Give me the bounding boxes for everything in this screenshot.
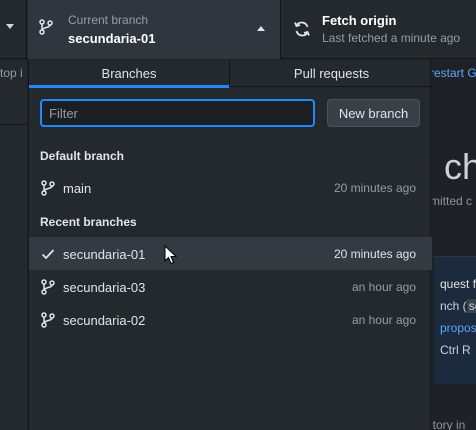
default-branch-heading: Default branch [40,149,125,163]
git-branch-icon [41,312,55,328]
background-card-text: nch ( [440,299,467,313]
recent-branches-heading: Recent branches [40,215,137,229]
background-bottom-text: itory in [432,418,466,430]
fetch-origin-label: Fetch origin [322,13,397,28]
background-sidebar: top i [0,60,27,430]
git-branch-icon [41,279,55,295]
branch-name: secundaria-02 [63,313,146,328]
background-card: quest fo nch (se propos Ctrl R [434,256,476,384]
background-heading: l ch [432,146,476,187]
background-link[interactable]: restart G [432,66,476,80]
filter-row: New branch [29,88,432,140]
caret-down-icon [6,24,14,29]
branch-name: main [63,181,92,196]
tab-branches[interactable]: Branches [29,60,230,88]
branch-row-secundaria-02[interactable]: secundaria-02 an hour ago [29,303,432,336]
tab-pull-requests[interactable]: Pull requests [231,60,432,87]
branch-time: an hour ago [351,280,416,294]
sync-icon [294,21,310,37]
new-branch-button[interactable]: New branch [327,99,420,127]
branch-time: an hour ago [351,313,416,327]
branch-popover: Branches Pull requests New branch Defaul… [28,60,432,430]
filter-input[interactable] [40,99,315,127]
background-card-shortcut: Ctrl R [440,343,471,357]
branch-row-secundaria-01[interactable]: secundaria-01 20 minutes ago [29,237,432,270]
background-sidebar-text: top i [0,66,23,80]
popover-tabs: Branches Pull requests [29,60,432,88]
toolbar: Current branch secundaria-01 Fetch origi… [0,0,476,59]
branch-name: secundaria-01 [63,247,146,262]
repository-dropdown-button[interactable] [0,0,27,59]
caret-up-icon [257,26,265,31]
background-card-code: se [466,299,476,313]
git-branch-icon [39,19,53,35]
branch-row-main[interactable]: main 20 minutes ago [29,171,432,204]
background-card-link[interactable]: propos [440,321,476,335]
background-main-panel: restart G l ch mitted c quest fo nch (se… [432,60,476,430]
current-branch-button[interactable]: Current branch secundaria-01 [28,0,281,59]
background-card-line: nch (se [440,299,476,313]
current-branch-name: secundaria-01 [68,31,156,46]
git-branch-icon [41,180,55,196]
divider [0,124,27,125]
branch-time: 20 minutes ago [333,181,416,195]
branch-name: secundaria-03 [63,280,146,295]
branch-row-secundaria-03[interactable]: secundaria-03 an hour ago [29,270,432,303]
check-icon [41,249,55,260]
fetch-origin-button[interactable]: Fetch origin Last fetched a minute ago [282,0,476,59]
branch-time: 20 minutes ago [333,247,416,261]
background-subtext: mitted c [432,194,473,208]
mouse-pointer-icon [164,245,178,265]
background-card-line: quest fo [440,277,476,291]
last-fetched-text: Last fetched a minute ago [322,31,461,45]
current-branch-label: Current branch [68,13,149,27]
